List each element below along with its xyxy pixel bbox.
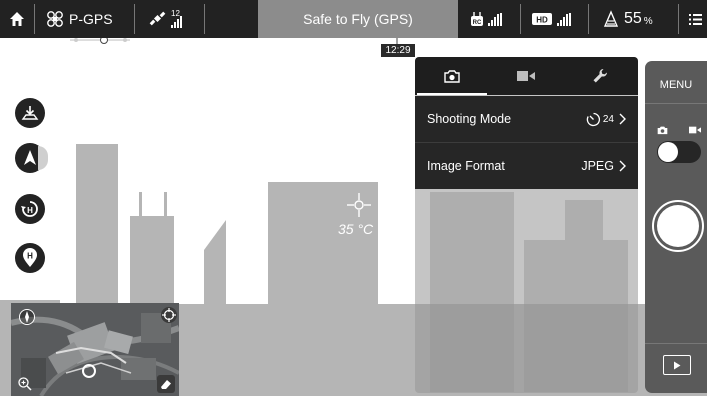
menu-button[interactable]	[689, 0, 702, 38]
video-signal[interactable]: HD	[532, 0, 571, 38]
menu-icon	[689, 13, 702, 25]
divider	[134, 4, 135, 34]
battery-unit: %	[643, 15, 653, 27]
divider	[645, 103, 707, 104]
camera-control-bar: MENU	[645, 61, 707, 393]
return-home-button[interactable]: H	[15, 194, 45, 224]
aircraft-status-text: Safe to Fly (GPS)	[303, 11, 413, 27]
home-point-icon: H	[23, 248, 37, 267]
zoom-icon[interactable]	[17, 376, 33, 392]
shutter-button[interactable]	[652, 200, 704, 252]
active-tab-indicator	[417, 93, 487, 95]
timer-value: 24	[602, 113, 614, 125]
svg-text:H: H	[27, 252, 33, 261]
camera-settings-panel: Shooting Mode 24 Image Format JPEG	[415, 57, 638, 393]
gps-signal[interactable]: 12	[149, 0, 194, 38]
flight-mode[interactable]: P-GPS	[46, 0, 113, 38]
tab-settings[interactable]	[563, 57, 637, 95]
return-home-icon: H	[21, 201, 38, 217]
divider	[520, 4, 521, 34]
divider	[678, 4, 679, 34]
photo-video-toggle[interactable]	[657, 141, 701, 163]
shooting-mode-label: Shooting Mode	[427, 112, 512, 126]
divider	[34, 4, 35, 34]
eraser-icon[interactable]	[157, 375, 175, 393]
image-format-row[interactable]: Image Format JPEG	[415, 143, 638, 189]
aircraft-icon	[47, 11, 63, 27]
video-signal-bars	[557, 12, 571, 26]
compass-icon[interactable]	[18, 308, 36, 326]
temperature-readout: 35 °C	[338, 221, 374, 237]
divider	[204, 4, 205, 34]
tab-video[interactable]	[489, 57, 563, 95]
svg-text:HD: HD	[536, 16, 548, 25]
timer-icon	[586, 112, 600, 126]
video-icon	[517, 71, 535, 81]
camera-menu-button[interactable]: MENU	[645, 79, 707, 91]
image-format-value: JPEG	[581, 159, 614, 173]
camera-settings-tabs	[415, 57, 638, 95]
battery-status[interactable]: 55 %	[603, 0, 653, 38]
home-point-button[interactable]: H	[15, 243, 45, 273]
camera-icon	[444, 70, 460, 83]
top-status-bar: P-GPS 12 Safe to Fly (GPS) RC HD 55 %	[0, 0, 707, 38]
battery-percent: 55	[624, 10, 642, 27]
gps-signal-bars	[171, 15, 182, 28]
svg-text:RC: RC	[473, 20, 482, 26]
takeoff-button[interactable]	[15, 98, 45, 128]
home-button[interactable]	[9, 0, 25, 38]
tab-photo[interactable]	[415, 57, 489, 95]
flight-timeline[interactable]	[0, 38, 707, 56]
shooting-mode-value: 24	[586, 112, 614, 127]
svg-text:H: H	[27, 206, 33, 215]
chevron-right-icon	[619, 113, 626, 125]
wrench-icon	[593, 68, 608, 83]
locate-icon[interactable]	[160, 306, 178, 324]
navigation-arrow-icon	[24, 150, 36, 165]
aircraft-status[interactable]: Safe to Fly (GPS)	[258, 0, 458, 38]
divider	[645, 343, 707, 344]
shutter-icon	[657, 205, 699, 247]
satellite-icon	[149, 11, 166, 26]
remote-controller-icon: RC	[471, 12, 483, 26]
rc-signal[interactable]: RC	[470, 0, 502, 38]
shooting-mode-row[interactable]: Shooting Mode 24	[415, 96, 638, 142]
aircraft-position-marker	[82, 364, 96, 378]
playback-icon	[674, 361, 681, 369]
battery-icon	[603, 10, 619, 27]
image-format-label: Image Format	[427, 159, 505, 173]
hd-video-link-icon: HD	[532, 13, 552, 25]
camera-icon	[657, 126, 668, 135]
chevron-right-icon	[619, 160, 626, 172]
map-satellite-image	[11, 303, 179, 396]
playback-button[interactable]	[663, 355, 691, 375]
home-icon	[10, 12, 24, 26]
divider	[588, 4, 589, 34]
takeoff-icon	[21, 106, 39, 120]
toggle-knob	[658, 142, 678, 162]
rc-signal-bars	[488, 12, 502, 26]
flight-mode-label: P-GPS	[69, 11, 113, 27]
video-icon	[689, 126, 701, 134]
mini-map[interactable]	[11, 303, 179, 396]
